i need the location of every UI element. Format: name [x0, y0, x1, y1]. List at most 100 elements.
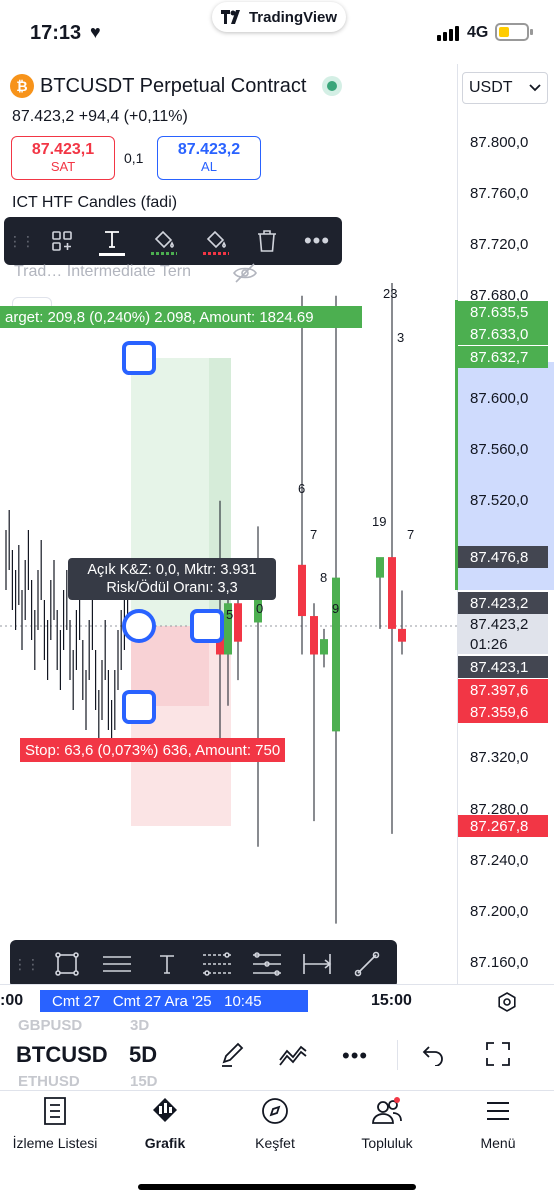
price-tag-bid: 87.423,1: [458, 656, 548, 678]
more-icon[interactable]: •••: [292, 217, 342, 265]
price-tick: 87.560,0: [470, 441, 529, 458]
tooltip-line-2: Risk/Ödül Oranı: 3,3: [106, 580, 238, 596]
drawing-toolbar: ⋮⋮ •••: [4, 217, 342, 265]
bitcoin-logo-icon: ₿: [10, 74, 34, 98]
stop-label: Stop: 63,6 (0,073%) 636, Amount: 750: [20, 738, 286, 762]
horizontal-lines-icon[interactable]: [92, 940, 142, 988]
heart-icon: ♥: [90, 22, 101, 42]
text-icon[interactable]: [86, 217, 138, 265]
price-tag-entry: 87.423,2: [458, 592, 548, 614]
candle-count: 8: [320, 570, 328, 585]
indicator-title[interactable]: ICT HTF Candles (fadi): [12, 194, 177, 212]
candle-body: [388, 557, 396, 629]
price-tick: 87.600,0: [470, 390, 529, 407]
chevron-down-icon: [529, 84, 541, 92]
indicators-icon[interactable]: [278, 1040, 308, 1073]
tab-community[interactable]: Topluluk: [332, 1096, 442, 1151]
watchlist-icon: [44, 1097, 66, 1125]
price-change-line: 87.423,2 +94,4 (+0,11%): [12, 108, 188, 125]
price-tick: 87.760,0: [470, 185, 529, 202]
tab-label: Topluluk: [361, 1135, 413, 1151]
sell-price: 87.423,1: [31, 141, 95, 158]
price-tick: 87.800,0: [470, 134, 529, 151]
tab-explore[interactable]: Keşfet: [220, 1096, 330, 1151]
price-tag-stop-1: 87.397,6: [458, 679, 548, 701]
candle-count: 9: [332, 601, 340, 616]
ghost-symbol: ETHUSD: [18, 1073, 80, 1090]
price-tick: 87.520,0: [470, 492, 529, 509]
tradingview-logo-icon: [220, 10, 240, 24]
width-handle[interactable]: [190, 609, 224, 643]
drag-handle-icon[interactable]: ⋮⋮: [10, 940, 42, 988]
price-tick: 87.320,0: [470, 749, 529, 766]
time-label: 15:00: [371, 992, 412, 1009]
drawing-pen-icon[interactable]: [218, 1040, 246, 1073]
delete-icon[interactable]: [242, 217, 292, 265]
stop-handle[interactable]: [122, 690, 156, 724]
symbol-header[interactable]: ₿ BTCUSDT Perpetual Contract: [10, 74, 343, 98]
fullscreen-icon[interactable]: [484, 1040, 512, 1073]
symbol-selector[interactable]: BTCUSD: [16, 1042, 108, 1068]
entry-handle[interactable]: [122, 609, 156, 643]
tab-chart[interactable]: Grafik: [110, 1096, 220, 1151]
cell-signal-icon: [437, 26, 459, 41]
chart-icon: [153, 1098, 177, 1122]
sell-button[interactable]: 87.423,1 SAT: [11, 136, 115, 180]
tab-label: Menü: [480, 1135, 516, 1151]
candle-count: 5: [226, 607, 234, 622]
trend-line-icon[interactable]: [342, 940, 392, 988]
price-tag-target-low: 87.632,7: [458, 346, 548, 368]
candle-count: 3: [397, 330, 405, 345]
settings-icon[interactable]: [496, 991, 518, 1018]
community-icon: [372, 1097, 402, 1124]
target-handle[interactable]: [122, 341, 156, 375]
line-color-icon[interactable]: [190, 217, 242, 265]
eye-hidden-icon[interactable]: [232, 262, 258, 289]
drawing-bar-bottom: ⋮⋮: [10, 940, 397, 988]
battery-icon: [495, 23, 533, 41]
ghost-interval: 3D: [130, 1017, 150, 1034]
candles-group: [216, 282, 406, 924]
target-label: arget: 209,8 (0,240%) 2.098, Amount: 182…: [0, 306, 362, 328]
fib-channel-icon[interactable]: [242, 940, 292, 988]
price-tick: 87.240,0: [470, 852, 529, 869]
buy-label: AL: [201, 159, 217, 174]
compass-icon: [262, 1098, 288, 1124]
rectangle-icon[interactable]: [42, 940, 92, 988]
sell-label: SAT: [50, 159, 76, 174]
status-bar: 17:13 ♥ TradingView 4G: [0, 0, 554, 64]
network-type: 4G: [467, 24, 489, 41]
fib-retracement-icon[interactable]: [192, 940, 242, 988]
candle-body: [298, 564, 306, 617]
buy-price: 87.423,2: [177, 141, 241, 158]
candle-body: [398, 628, 406, 642]
candle-count: 7: [310, 527, 318, 542]
tradingview-pill-label: TradingView: [248, 8, 338, 26]
status-time: 17:13: [30, 22, 82, 44]
date-range-icon[interactable]: [292, 940, 342, 988]
currency-select[interactable]: USDT: [462, 72, 548, 104]
more-icon[interactable]: •••: [342, 1043, 368, 1069]
tradingview-pill[interactable]: TradingView: [212, 2, 346, 32]
home-indicator: [138, 1184, 416, 1190]
candle-body: [376, 557, 384, 578]
tab-menu[interactable]: Menü: [443, 1096, 553, 1151]
price-tick: 87.160,0: [470, 954, 529, 971]
text-icon[interactable]: [142, 940, 192, 988]
crosshair-time-label: Cmt 27 Cmt 27 Ara '25 10:45: [40, 990, 308, 1012]
drag-handle-icon[interactable]: ⋮⋮: [4, 217, 38, 265]
price-tag-countdown: 01:26: [458, 634, 548, 654]
position-tooltip: Açık K&Z: 0,0, Mktr: 3.931 Risk/Ödül Ora…: [68, 558, 276, 600]
candle-body: [320, 639, 328, 655]
market-open-icon: [322, 76, 343, 96]
candle-count: 6: [298, 481, 306, 496]
fill-color-icon[interactable]: [138, 217, 190, 265]
candle-count: 23: [383, 286, 398, 301]
buy-button[interactable]: 87.423,2 AL: [157, 136, 261, 180]
candle-count: 7: [407, 527, 415, 542]
interval-selector[interactable]: 5D: [129, 1042, 157, 1068]
menu-icon: [487, 1102, 509, 1120]
undo-icon[interactable]: [421, 1044, 445, 1071]
tab-watchlist[interactable]: İzleme Listesi: [0, 1096, 110, 1151]
add-object-icon[interactable]: [38, 217, 86, 265]
